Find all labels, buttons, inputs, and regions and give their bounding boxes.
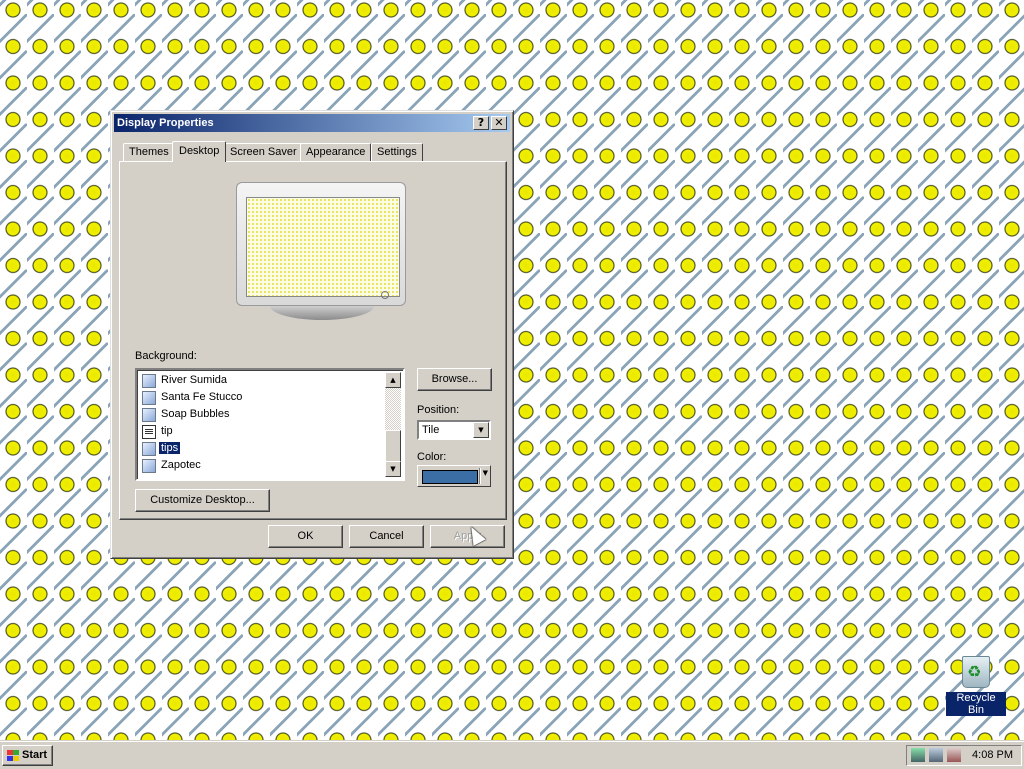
background-item-tips[interactable]: tips [139,440,385,457]
recycle-bin-shortcut[interactable]: Recycle Bin [946,656,1006,716]
picture-icon [142,374,156,388]
monitor-preview [234,182,410,328]
tab-desktop[interactable]: Desktop [172,141,227,162]
taskbar-clock[interactable]: 4:08 PM [972,746,1013,765]
ok-button[interactable]: OK [268,525,343,548]
network-icon[interactable] [911,748,925,762]
recycle-bin-label: Recycle Bin [946,692,1006,716]
scroll-up-button[interactable]: ▲ [385,372,401,388]
color-button-separator [479,468,480,484]
customize-desktop-button[interactable]: Customize Desktop... [135,489,270,512]
document-icon [142,425,156,439]
background-item-tip[interactable]: tip [139,423,385,440]
tab-appearance[interactable]: Appearance [300,143,372,161]
tab-themes[interactable]: Themes [123,143,175,161]
start-button[interactable]: Start [2,745,53,766]
preview-screen [246,197,400,297]
background-item-santa-fe-stucco[interactable]: Santa Fe Stucco [139,389,385,406]
background-listbox[interactable]: River Sumida Santa Fe Stucco Soap Bubble… [135,368,405,481]
safely-remove-icon[interactable] [947,748,961,762]
color-swatch [422,470,478,484]
windows-logo-icon [7,750,19,761]
picture-icon [142,442,156,456]
help-button[interactable]: ? [473,116,489,130]
browse-button[interactable]: Browse... [417,368,492,391]
position-value: Tile [422,424,440,436]
start-label: Start [22,749,48,761]
recycle-bin-icon [962,656,990,688]
background-item-soap-bubbles[interactable]: Soap Bubbles [139,406,385,423]
monitor-bezel [236,182,406,306]
picture-icon [142,391,156,405]
chevron-down-icon: ▼ [482,469,488,477]
taskbar: Start 4:08 PM [0,740,1024,769]
position-dropdown[interactable]: Tile ▼ [417,420,491,440]
close-button[interactable]: ✕ [491,116,507,130]
color-label: Color: [417,451,447,463]
color-picker-button[interactable]: ▼ [417,465,491,487]
cancel-button[interactable]: Cancel [349,525,424,548]
chevron-down-icon[interactable]: ▼ [473,422,489,438]
scroll-down-button[interactable]: ▼ [385,461,401,477]
display-properties-window: Display Properties ? ✕ Themes Desktop Sc… [110,110,514,559]
background-label: Background: [135,350,197,362]
listbox-scrollbar[interactable]: ▲ ▼ [385,372,401,477]
tab-screen-saver[interactable]: Screen Saver [224,143,303,161]
tab-settings[interactable]: Settings [371,143,423,161]
monitor-stand [270,306,374,320]
background-item-zapotec[interactable]: Zapotec [139,457,385,474]
window-title: Display Properties [117,117,214,129]
background-item-river-sumida[interactable]: River Sumida [139,372,385,389]
window-titlebar[interactable]: Display Properties ? ✕ [114,114,510,132]
display-icon[interactable] [929,748,943,762]
picture-icon [142,459,156,473]
system-tray: 4:08 PM [906,745,1022,766]
power-led-icon [381,291,389,299]
scroll-thumb[interactable] [385,430,401,464]
picture-icon [142,408,156,422]
position-label: Position: [417,404,460,416]
